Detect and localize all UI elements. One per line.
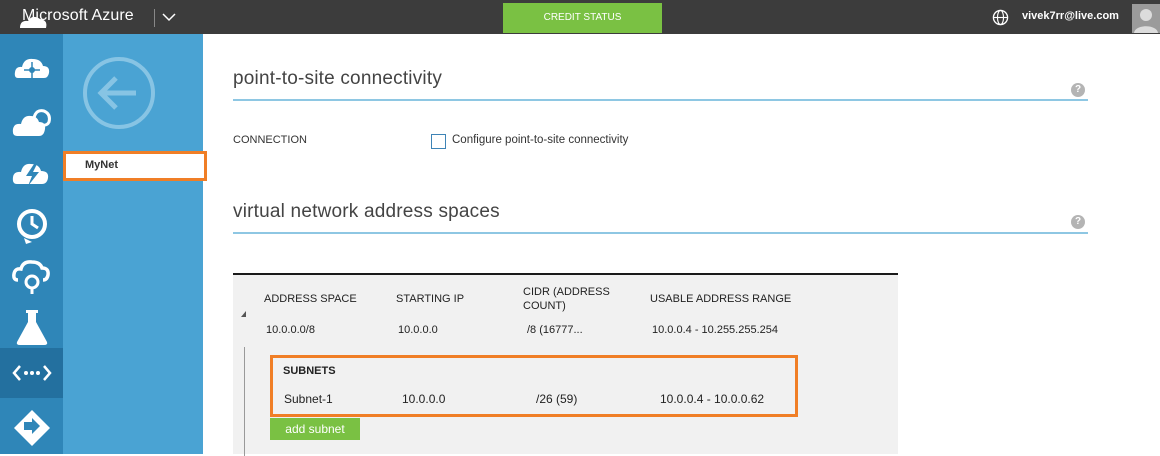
help-icon[interactable]: ? (1071, 83, 1085, 97)
subnet-range-cell: 10.0.0.4 - 10.0.0.62 (660, 392, 765, 406)
p2s-checkbox-label[interactable]: Configure point-to-site connectivity (452, 134, 628, 146)
address-spaces-title: virtual network address spaces (233, 201, 500, 222)
network-icon (12, 365, 52, 381)
cloud-sync-icon (12, 260, 50, 294)
cloud-lightning-icon (12, 163, 49, 186)
cidr-cell[interactable]: /8 (16777... (527, 324, 583, 336)
nav-item-scheduler[interactable] (0, 198, 63, 248)
nav-item-hdinsight[interactable] (0, 46, 63, 96)
cloud-services-icon (12, 109, 51, 136)
nav-item-partial[interactable] (0, 14, 63, 44)
address-space-table: ADDRESS SPACE STARTING IP CIDR (ADDRESS … (233, 273, 898, 456)
nav-item-cloud-services[interactable] (0, 98, 63, 148)
starting-ip-cell[interactable]: 10.0.0.0 (398, 324, 438, 336)
column-header: CIDR (ADDRESS COUNT) (523, 286, 610, 312)
subnets-highlight: SUBNETS Subnet-1 10.0.0.0 /26 (59) 10.0.… (270, 355, 798, 417)
back-arrow-icon[interactable] (82, 56, 156, 130)
tree-line (244, 347, 245, 456)
user-icon (1134, 9, 1158, 33)
help-icon[interactable]: ? (1071, 215, 1085, 229)
globe-icon[interactable] (992, 9, 1009, 26)
credit-status-button[interactable]: CREDIT STATUS (503, 3, 662, 33)
cloud-icon (20, 16, 47, 28)
top-bar: Microsoft Azure CREDIT STATUS vivek7rr@l… (0, 0, 1160, 34)
usable-range-cell: 10.0.0.4 - 10.255.255.254 (652, 324, 778, 336)
clock-icon (17, 209, 47, 244)
nav-item-networks[interactable] (0, 348, 63, 398)
subnet-name-cell[interactable]: Subnet-1 (284, 392, 333, 406)
nav-item-traffic-manager[interactable] (0, 400, 63, 450)
traffic-manager-icon (14, 410, 50, 446)
p2s-section-title: point-to-site connectivity (233, 68, 443, 89)
chevron-down-icon[interactable] (160, 8, 178, 26)
address-space-cell[interactable]: 10.0.0.0/8 (266, 324, 315, 336)
service-icon-bar (0, 16, 63, 454)
column-header: ADDRESS SPACE (264, 293, 357, 305)
connection-label: CONNECTION (233, 134, 307, 146)
nav-item-mynet[interactable]: MyNet (63, 151, 207, 181)
nav-item-mynet-label: MyNet (85, 159, 119, 171)
column-header: STARTING IP (396, 293, 465, 305)
divider (233, 232, 1088, 234)
avatar[interactable] (1132, 4, 1160, 33)
nav-item-lab[interactable] (0, 300, 63, 350)
nav-item-mobile-services[interactable] (0, 148, 63, 198)
nav-item-recovery[interactable] (0, 250, 63, 300)
divider (154, 9, 155, 27)
cloud-network-icon (14, 58, 50, 78)
flask-icon (16, 310, 48, 345)
p2s-checkbox[interactable] (431, 134, 446, 149)
user-email[interactable]: vivek7rr@live.com (1022, 10, 1119, 22)
add-subnet-button[interactable]: add subnet (270, 418, 360, 440)
subnets-header: SUBNETS (283, 365, 336, 377)
divider (233, 99, 1088, 101)
collapse-icon[interactable] (241, 311, 246, 317)
subnet-starting-ip-cell[interactable]: 10.0.0.0 (402, 392, 445, 406)
column-header: USABLE ADDRESS RANGE (650, 293, 792, 305)
subnet-cidr-cell[interactable]: /26 (59) (536, 392, 577, 406)
navigation-panel: MyNet (63, 34, 207, 454)
